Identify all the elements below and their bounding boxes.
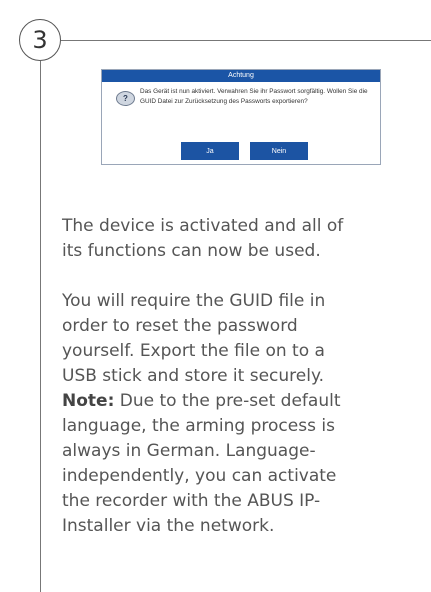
header-rule	[61, 40, 431, 41]
question-icon: ?	[116, 91, 135, 106]
yes-button[interactable]: Ja	[181, 142, 239, 160]
note-label: Note:	[62, 391, 115, 411]
dialog-body: ? Das Gerät ist nun aktiviert. Verwahren…	[102, 82, 380, 142]
note-text: Due to the pre-set default language, the…	[62, 391, 341, 536]
guid-paragraph: You will require the GUID file in order …	[62, 291, 326, 386]
step-number: 3	[32, 26, 48, 54]
dialog-title: Achtung	[102, 70, 380, 82]
no-button[interactable]: Nein	[250, 142, 308, 160]
dialog-message: Das Gerät ist nun aktiviert. Verwahren S…	[140, 88, 368, 105]
note-paragraph: Note: Due to the pre-set default languag…	[62, 389, 362, 539]
activation-paragraph: The device is activated and all of its f…	[62, 216, 344, 261]
activation-dialog-screenshot: Achtung ? Das Gerät ist nun aktiviert. V…	[101, 69, 381, 165]
step-rule	[40, 61, 41, 592]
step-number-badge: 3	[19, 19, 61, 61]
